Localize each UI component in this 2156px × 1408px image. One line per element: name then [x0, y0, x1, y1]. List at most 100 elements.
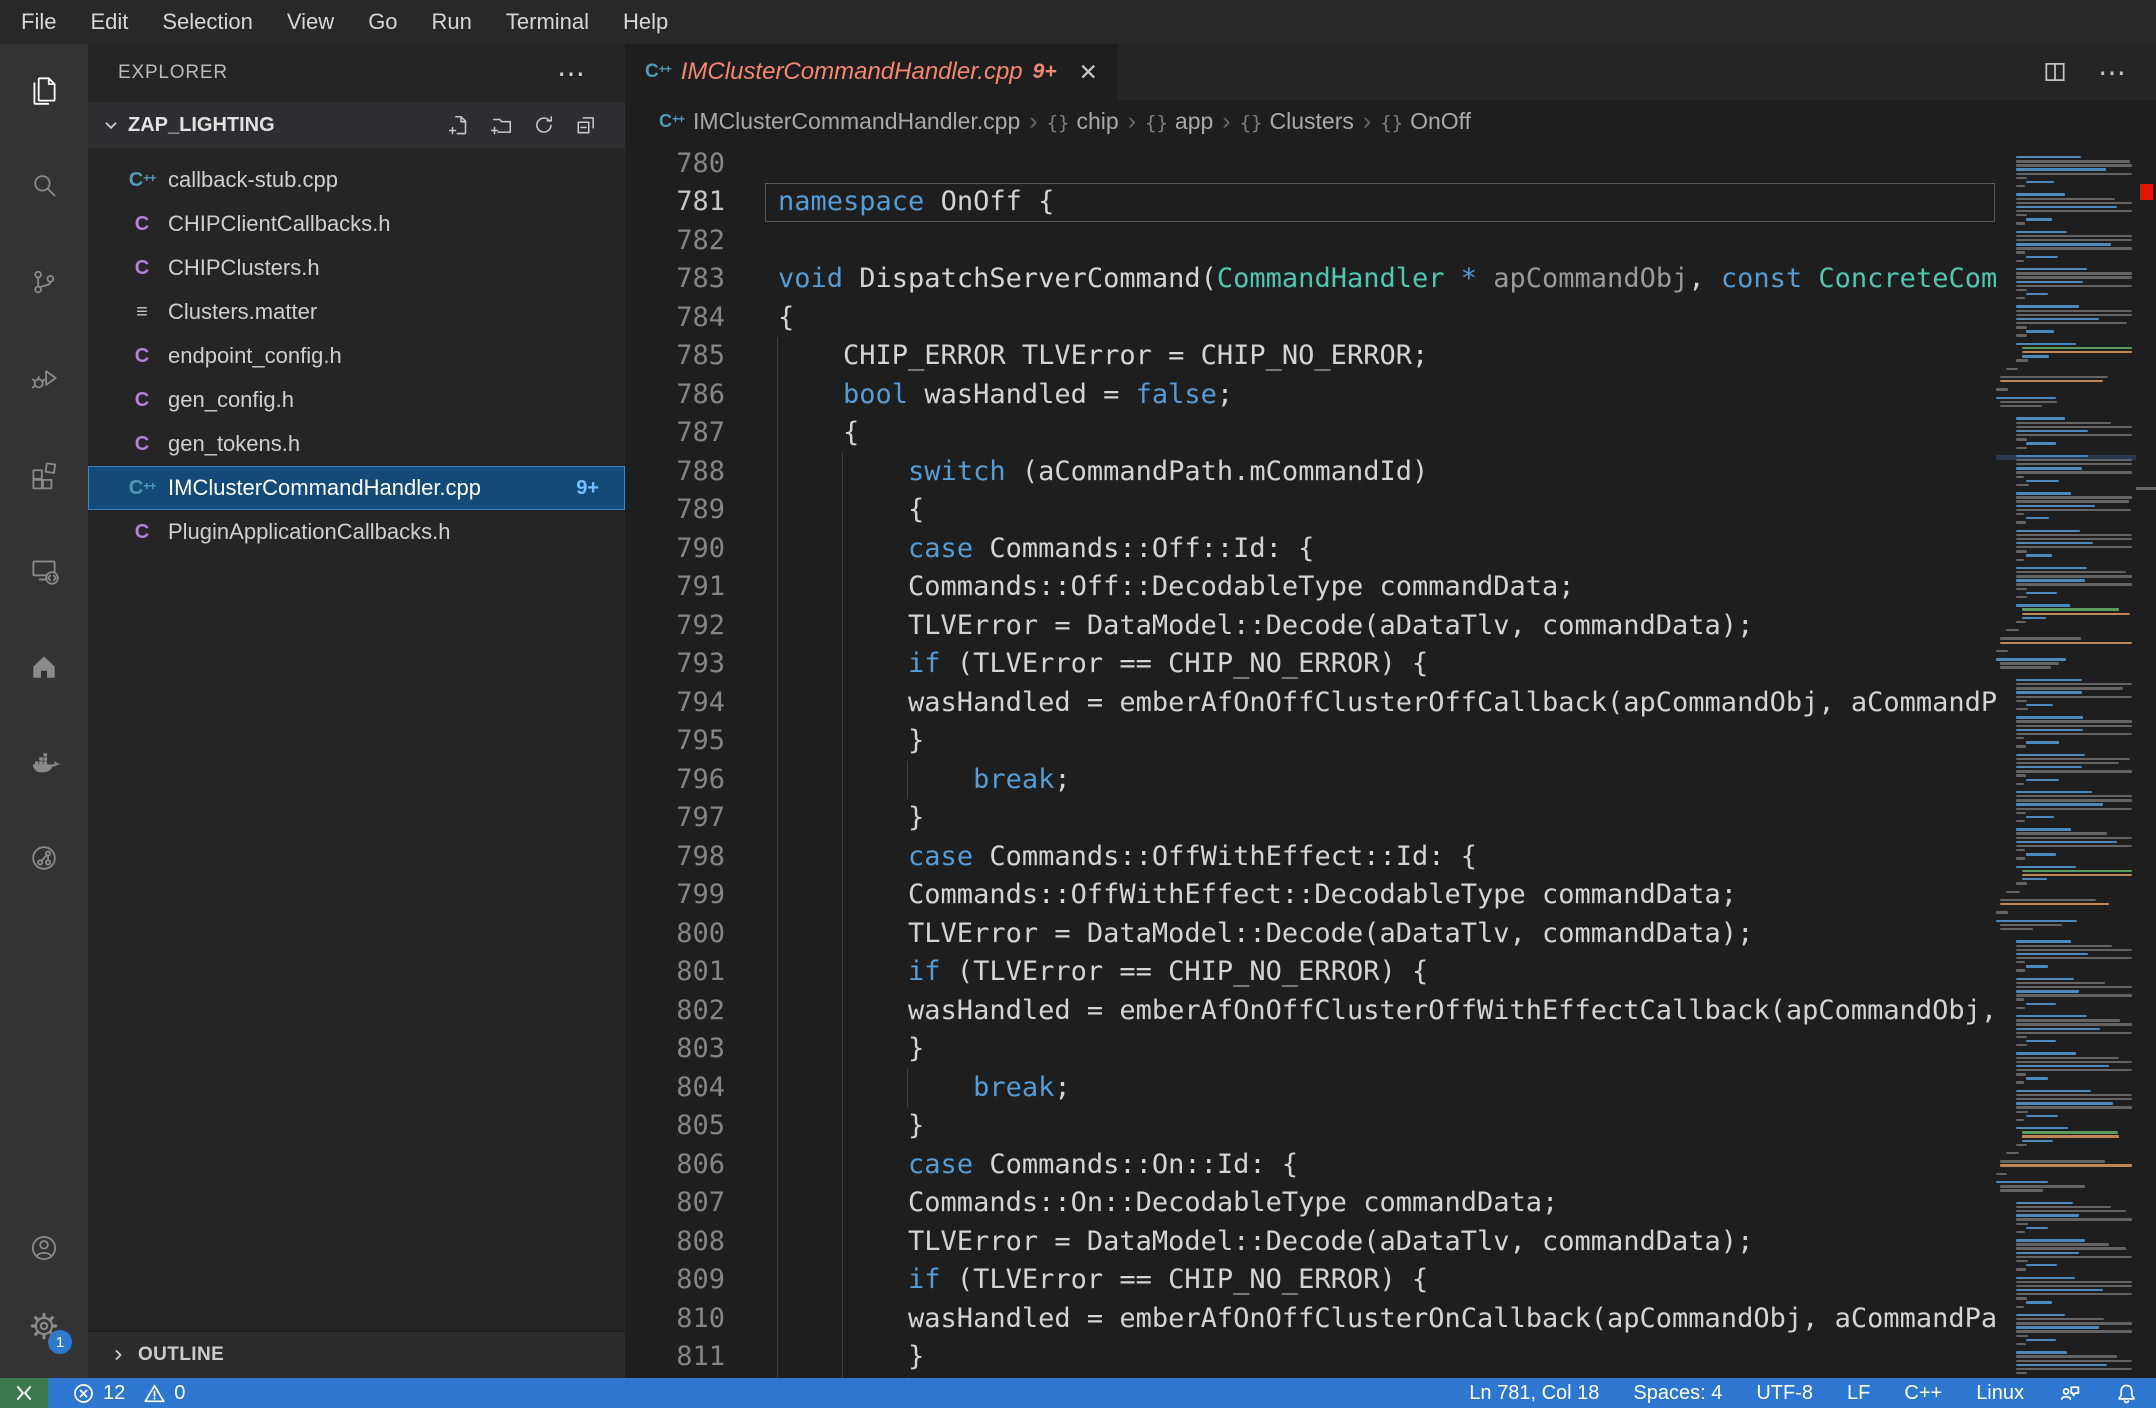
file-item[interactable]: Cgen_tokens.h [88, 422, 625, 466]
tab-problems-badge: 9+ [1032, 60, 1057, 83]
menu-item-selection[interactable]: Selection [145, 0, 270, 44]
code-text: } [778, 1033, 925, 1064]
problems-status[interactable]: 12 0 [72, 1382, 195, 1405]
line-number: 805 [676, 1110, 725, 1141]
line-number: 783 [676, 263, 725, 294]
code-text: Commands::On::DecodableType commandData; [778, 1187, 1559, 1218]
editor-actions: ⋯ [2042, 44, 2156, 100]
chevron-right-icon: › [1362, 106, 1372, 135]
accounts-icon[interactable] [20, 1224, 68, 1272]
menu-item-go[interactable]: Go [351, 0, 414, 44]
code-line: 782 [625, 222, 1996, 261]
code-text: if (TLVError == CHIP_NO_ERROR) { [908, 1264, 1429, 1295]
line-number: 787 [676, 417, 725, 448]
breadcrumb-segment[interactable]: {} Clusters [1240, 108, 1354, 135]
editor-tab[interactable]: C++ IMClusterCommandHandler.cpp 9+ ✕ [625, 44, 1118, 100]
breadcrumb-segment[interactable]: {} chip [1047, 108, 1119, 135]
outline-section-header[interactable]: OUTLINE [88, 1331, 625, 1378]
file-item[interactable]: C CHIPClientCallbacks.h [88, 202, 625, 246]
new-file-icon[interactable] [449, 114, 471, 136]
menu-item-help[interactable]: Help [606, 0, 685, 44]
git-graph-icon[interactable] [20, 834, 68, 882]
folder-section-header[interactable]: ZAP_LIGHTING [88, 102, 625, 148]
refresh-icon[interactable] [533, 114, 555, 136]
code-line: 798 case Commands::OffWithEffect::Id: { [625, 837, 1996, 876]
file-item[interactable]: ≡ Clusters.matter [88, 290, 625, 334]
search-icon[interactable] [20, 162, 68, 210]
status-item[interactable]: Linux [1976, 1382, 2024, 1405]
status-item[interactable]: UTF-8 [1756, 1382, 1813, 1405]
file-item[interactable]: C PluginApplicationCallbacks.h [88, 510, 625, 554]
overview-ruler [2136, 142, 2156, 1378]
settings-badge: 1 [48, 1330, 72, 1354]
file-item[interactable]: C CHIPClusters.h [88, 246, 625, 290]
file-item[interactable]: Cendpoint_config.h [88, 334, 625, 378]
file-name: CHIPClientCallbacks.h [168, 211, 391, 236]
editor-more-icon[interactable]: ⋯ [2098, 56, 2128, 89]
file-item[interactable]: C++ IMClusterCommandHandler.cpp 9+ [88, 466, 625, 510]
file-name: IMClusterCommandHandler.cpp [168, 475, 482, 500]
cpp-file-icon: C++ [128, 168, 156, 191]
menu-item-view[interactable]: View [270, 0, 351, 44]
remote-explorer-icon[interactable] [20, 546, 68, 594]
minimap-current-line [1996, 455, 2136, 460]
split-editor-icon[interactable] [2042, 59, 2068, 85]
sidebar-more-icon[interactable]: ⋯ [557, 57, 587, 90]
breadcrumb-segment[interactable]: {} app [1145, 108, 1213, 135]
line-number: 810 [676, 1302, 725, 1334]
code-line: 796 break; [625, 760, 1996, 799]
line-number: 780 [676, 147, 725, 179]
status-item[interactable]: Ln 781, Col 18 [1469, 1382, 1599, 1405]
remote-window-icon[interactable] [0, 1378, 48, 1408]
tab-bar: C++ IMClusterCommandHandler.cpp 9+ ✕ ⋯ [625, 44, 2156, 100]
menu-item-file[interactable]: File [4, 0, 73, 44]
line-number: 791 [676, 571, 725, 602]
code-line: 799 Commands::OffWithEffect::DecodableTy… [625, 876, 1996, 915]
extensions-icon[interactable] [20, 450, 68, 498]
error-marker [2140, 184, 2153, 200]
notifications-bell-icon[interactable] [2115, 1382, 2138, 1405]
menu-item-terminal[interactable]: Terminal [489, 0, 606, 44]
code-text: Commands::OffWithEffect::DecodableType c… [778, 879, 1738, 910]
source-control-icon[interactable] [20, 258, 68, 306]
status-item[interactable]: LF [1847, 1382, 1870, 1405]
explorer-icon[interactable] [20, 66, 68, 114]
code-editor[interactable]: 780 781 namespace OnOff {782 783 void Dispat… [625, 142, 2156, 1378]
code-text: wasHandled = emberAfOnOffClusterOffWithE… [908, 994, 1996, 1026]
code-text: } [778, 1341, 925, 1372]
line-number: 800 [676, 917, 725, 949]
status-item[interactable]: Spaces: 4 [1633, 1382, 1722, 1405]
line-number: 798 [676, 840, 725, 872]
code-line: 783 void DispatchServerCommand(CommandHan… [625, 260, 1996, 299]
settings-icon[interactable]: 1 [20, 1302, 72, 1354]
code-line: 794 wasHandled = emberAfOnOffClusterOffC… [625, 683, 1996, 722]
sidebar-title: EXPLORER [118, 62, 228, 83]
breadcrumb-segment[interactable]: {} OnOff [1380, 108, 1471, 135]
menu-item-edit[interactable]: Edit [73, 0, 145, 44]
menu-bar: File Edit Selection View Go Run Terminal Help [0, 0, 2156, 44]
code-line: 807 Commands::On::DecodableType commandD… [625, 1184, 1996, 1223]
c-header-file-icon: C [134, 256, 150, 279]
file-item[interactable]: Cgen_config.h [88, 378, 625, 422]
code-line: 789 { [625, 491, 1996, 530]
status-item[interactable]: C++ [1904, 1382, 1942, 1405]
chevron-right-icon: › [1029, 106, 1038, 135]
collapse-all-icon[interactable] [575, 114, 597, 136]
new-folder-icon[interactable] [491, 114, 513, 136]
line-number: 782 [676, 224, 725, 256]
tab-close-icon[interactable]: ✕ [1079, 59, 1098, 86]
minimap[interactable] [1996, 142, 2136, 1378]
line-number: 795 [676, 725, 725, 756]
feedback-icon[interactable] [2058, 1382, 2081, 1405]
line-number: 788 [676, 455, 725, 487]
run-debug-icon[interactable] [20, 354, 68, 402]
line-number: 802 [676, 994, 725, 1026]
outline-title: OUTLINE [138, 1344, 225, 1365]
menu-item-run[interactable]: Run [415, 0, 489, 44]
docker-icon[interactable] [20, 738, 68, 786]
code-text: { [778, 301, 795, 333]
file-item[interactable]: C++ callback-stub.cpp [88, 158, 625, 202]
code-text: TLVError = DataModel::Decode(aDataTlv, c… [778, 1225, 1754, 1257]
home-icon[interactable] [20, 642, 68, 690]
breadcrumb-file[interactable]: IMClusterCommandHandler.cpp [693, 108, 1020, 135]
